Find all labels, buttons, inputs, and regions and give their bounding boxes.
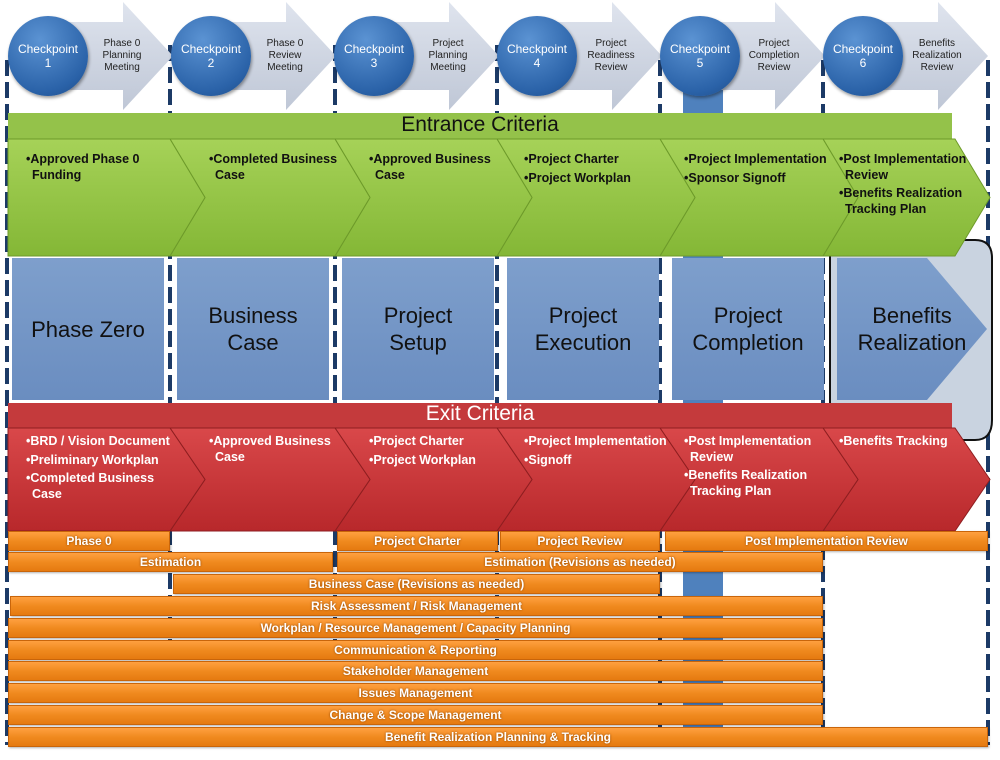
checkpoint-number: 3 — [370, 56, 378, 70]
activity-bar: Project Review — [500, 531, 660, 551]
phase-name: Project Completion — [692, 303, 804, 355]
phase-box: Project Execution — [507, 258, 659, 400]
criteria-bullet: •Approved Business Case — [369, 152, 491, 182]
criteria-bullet: •Project Implementation — [684, 152, 827, 166]
checkpoint-circle: Checkpoint 2 — [171, 16, 251, 96]
checkpoint-circle: Checkpoint 1 — [8, 16, 88, 96]
checkpoint-label: Checkpoint — [17, 42, 79, 56]
phase-name: Benefits Realization — [857, 303, 967, 355]
criteria-bullet: •Completed Business Case — [26, 471, 155, 501]
checkpoint-label: Checkpoint — [506, 42, 568, 56]
exit-criteria-title: Exit Criteria — [425, 402, 535, 425]
checkpoint-label: Checkpoint — [669, 42, 731, 56]
checkpoint-number: 5 — [696, 56, 704, 70]
activity-bar: Estimation (Revisions as needed) — [337, 552, 823, 572]
checkpoint-meeting: Project Completion Review — [748, 38, 800, 73]
criteria-bullet: •Benefits Tracking — [839, 434, 948, 448]
phase-box: Project Completion — [672, 258, 824, 400]
criteria-bullet: •Project Workplan — [524, 170, 631, 185]
criteria-bullet: •Project Charter — [369, 434, 464, 448]
checkpoint-meeting: Project Readiness Review — [587, 38, 635, 73]
activity-bar: Stakeholder Management — [8, 661, 823, 681]
activity-bar: Phase 0 — [8, 531, 170, 551]
entrance-criteria-item: •Approved Business Case — [365, 152, 515, 186]
activity-bar: Workplan / Resource Management / Capacit… — [8, 618, 823, 638]
checkpoint-label: Checkpoint — [832, 42, 894, 56]
criteria-bullet: •Benefits Realization Tracking Plan — [839, 186, 963, 216]
activity-bar: Project Charter — [337, 531, 498, 551]
criteria-bullet: •Approved Phase 0 Funding — [26, 152, 140, 182]
phase-name: Project Setup — [383, 303, 453, 355]
phase-box: Project Setup — [342, 258, 494, 400]
phase-name: Business Case — [208, 303, 298, 355]
phase-box: Business Case — [177, 258, 329, 400]
exit-criteria-item: •Project Charter •Project Workplan — [365, 434, 515, 471]
criteria-bullet: •Benefits Realization Tracking Plan — [684, 468, 808, 498]
entrance-criteria-item: •Project Implementation •Sponsor Signoff — [680, 152, 830, 189]
criteria-bullet: •Approved Business Case — [209, 434, 331, 464]
activity-bar: Communication & Reporting — [8, 640, 823, 660]
criteria-bullet: •Post Implementation Review — [684, 434, 812, 464]
activity-bar: Change & Scope Management — [8, 705, 823, 725]
criteria-bullet: •BRD / Vision Document — [26, 434, 170, 448]
exit-criteria-item: •Post Implementation Review •Benefits Rea… — [680, 434, 830, 502]
activity-bar: Issues Management — [8, 683, 823, 703]
entrance-criteria-item: •Completed Business Case — [205, 152, 355, 186]
activity-bar: Risk Assessment / Risk Management — [10, 596, 823, 616]
phase-name: Project Execution — [534, 303, 632, 355]
checkpoint-label: Checkpoint — [180, 42, 242, 56]
checkpoint-label: Checkpoint — [343, 42, 405, 56]
entrance-criteria-item: •Post Implementation Review •Benefits Rea… — [835, 152, 985, 220]
criteria-bullet: •Post Implementation Review — [839, 152, 967, 182]
activity-bar: Business Case (Revisions as needed) — [173, 574, 660, 594]
criteria-bullet: •Project Implementation — [524, 434, 667, 448]
criteria-bullet: •Preliminary Workplan — [26, 452, 159, 467]
checkpoint-meeting: Phase 0 Review Meeting — [266, 38, 304, 73]
checkpoint-number: 4 — [533, 56, 541, 70]
criteria-bullet: •Signoff — [524, 452, 572, 467]
checkpoint-meeting: Benefits Realization Review — [912, 38, 962, 73]
checkpoint-meeting: Phase 0 Planning Meeting — [102, 38, 142, 73]
phase-box: Phase Zero — [12, 258, 164, 400]
exit-criteria-item: •BRD / Vision Document •Preliminary Workp… — [22, 434, 172, 505]
criteria-bullet: •Project Workplan — [369, 452, 476, 467]
entrance-criteria-item: •Project Charter •Project Workplan — [520, 152, 670, 189]
checkpoint-meeting: Project Planning Meeting — [428, 38, 468, 73]
checkpoint-circle: Checkpoint 6 — [823, 16, 903, 96]
entrance-criteria-title: Entrance Criteria — [401, 113, 559, 136]
exit-criteria-item: •Project Implementation •Signoff — [520, 434, 670, 471]
checkpoint-number: 2 — [207, 56, 215, 70]
checkpoint-circle: Checkpoint 5 — [660, 16, 740, 96]
exit-criteria-item: •Benefits Tracking — [835, 434, 985, 453]
activity-bar: Post Implementation Review — [665, 531, 988, 551]
activity-bar: Estimation — [8, 552, 333, 572]
checkpoint-number: 1 — [44, 56, 52, 70]
checkpoint-circle: Checkpoint 3 — [334, 16, 414, 96]
activity-bar: Benefit Realization Planning & Tracking — [8, 727, 988, 747]
criteria-bullet: •Sponsor Signoff — [684, 170, 786, 185]
checkpoint-circle: Checkpoint 4 — [497, 16, 577, 96]
criteria-bullet: •Project Charter — [524, 152, 619, 166]
checkpoint-number: 6 — [859, 56, 867, 70]
exit-criteria-item: •Approved Business Case — [205, 434, 355, 468]
phase-name: Phase Zero — [31, 316, 145, 342]
entrance-criteria-item: •Approved Phase 0 Funding — [22, 152, 172, 186]
criteria-bullet: •Completed Business Case — [209, 152, 338, 182]
